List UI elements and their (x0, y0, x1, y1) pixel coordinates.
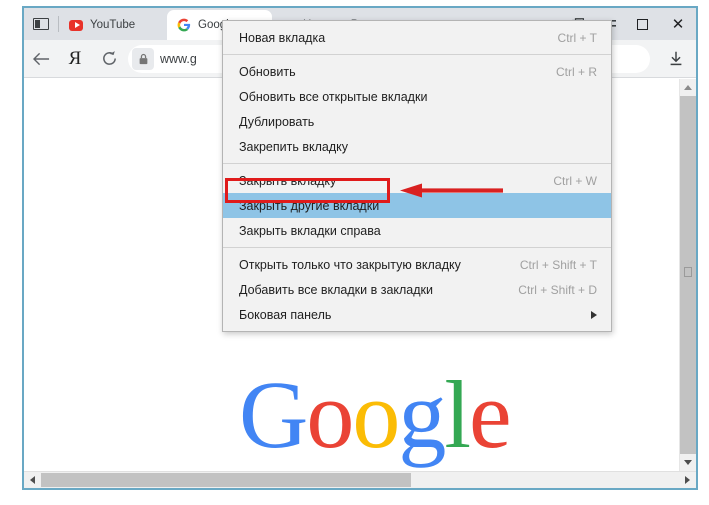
vertical-scrollbar-thumb[interactable] (684, 267, 692, 277)
menu-item-label: Закрыть вкладки справа (239, 223, 381, 238)
menu-item-label: Закрепить вкладку (239, 139, 348, 154)
google-logo: Google (239, 367, 512, 463)
screenshot-root: YouTube Google ▾ Новости Ро (0, 0, 709, 505)
back-button[interactable] (24, 42, 58, 76)
triangle-down-icon (684, 460, 692, 465)
menu-item[interactable]: Новая вкладка Ctrl + T (223, 25, 611, 50)
menu-item-shortcut: Ctrl + Shift + T (519, 257, 597, 272)
logo-letter: e (469, 361, 512, 468)
menu-item-shortcut: Ctrl + T (557, 30, 597, 45)
restore-icon (636, 18, 648, 30)
tab-youtube[interactable]: YouTube (59, 10, 167, 40)
submenu-arrow-icon (591, 310, 597, 319)
logo-letter: g (398, 361, 446, 468)
yandex-home-button[interactable]: Я (58, 42, 92, 76)
logo-letter: o (306, 361, 354, 468)
lock-icon (132, 47, 154, 70)
side-panel-button[interactable] (24, 8, 58, 40)
scroll-down-button[interactable] (680, 454, 696, 471)
reload-button[interactable] (92, 42, 126, 76)
logo-letter: l (444, 361, 471, 468)
menu-item[interactable]: Закрепить вкладку (223, 134, 611, 159)
triangle-up-icon (684, 85, 692, 90)
menu-item[interactable]: Закрыть вкладку Ctrl + W (223, 168, 611, 193)
menu-item-label: Закрыть вкладку (239, 173, 337, 188)
close-icon: ✕ (671, 16, 685, 33)
horizontal-scrollbar[interactable] (24, 471, 696, 488)
menu-item-label: Обновить все открытые вкладки (239, 89, 428, 104)
menu-item-label: Дублировать (239, 114, 315, 129)
menu-item[interactable]: Закрыть другие вкладки (223, 193, 611, 218)
menu-item-shortcut: Ctrl + R (555, 64, 597, 79)
menu-separator (223, 163, 611, 164)
menu-item[interactable]: Обновить все открытые вкладки (223, 84, 611, 109)
menu-item[interactable]: Дублировать (223, 109, 611, 134)
menu-item[interactable]: Боковая панель (223, 302, 611, 327)
triangle-right-icon (685, 476, 690, 484)
menu-item[interactable]: Обновить Ctrl + R (223, 59, 611, 84)
menu-separator (223, 247, 611, 248)
menu-item-label: Новая вкладка (239, 30, 326, 45)
url-text: www.g (160, 51, 197, 66)
scroll-up-button[interactable] (680, 79, 696, 96)
window-controls: ✕ (624, 8, 696, 40)
menu-separator (223, 54, 611, 55)
menu-item[interactable]: Открыть только что закрытую вкладку Ctrl … (223, 252, 611, 277)
google-icon (177, 18, 191, 32)
tab-title: YouTube (90, 19, 136, 31)
downloads-button[interactable] (656, 42, 696, 76)
vertical-scrollbar[interactable] (679, 79, 696, 471)
menu-item-label: Открыть только что закрытую вкладку (239, 257, 461, 272)
tab-context-menu: Новая вкладка Ctrl + T Обновить Ctrl + R Обн… (222, 20, 612, 332)
download-icon (670, 51, 682, 65)
menu-item-label: Добавить все вкладки в закладки (239, 282, 434, 297)
menu-item-shortcut: Ctrl + W (553, 173, 597, 188)
triangle-left-icon (30, 476, 35, 484)
back-arrow-icon (32, 52, 49, 65)
yandex-logo-icon: Я (68, 48, 82, 69)
reload-icon (102, 51, 116, 65)
scroll-right-button[interactable] (679, 472, 696, 488)
close-button[interactable]: ✕ (660, 8, 696, 40)
menu-item-label: Закрыть другие вкладки (239, 198, 380, 213)
menu-item-label: Боковая панель (239, 307, 332, 322)
menu-item[interactable]: Добавить все вкладки в закладки Ctrl + Sh… (223, 277, 611, 302)
menu-item[interactable]: Закрыть вкладки справа (223, 218, 611, 243)
logo-letter: o (352, 361, 400, 468)
restore-button[interactable] (624, 8, 660, 40)
horizontal-scrollbar-thumb[interactable] (41, 473, 411, 487)
scroll-left-button[interactable] (24, 472, 41, 488)
menu-item-label: Обновить (239, 64, 296, 79)
youtube-icon (69, 18, 83, 32)
menu-item-shortcut: Ctrl + Shift + D (518, 282, 597, 297)
logo-letter: G (239, 361, 308, 468)
side-panel-icon (33, 18, 49, 30)
